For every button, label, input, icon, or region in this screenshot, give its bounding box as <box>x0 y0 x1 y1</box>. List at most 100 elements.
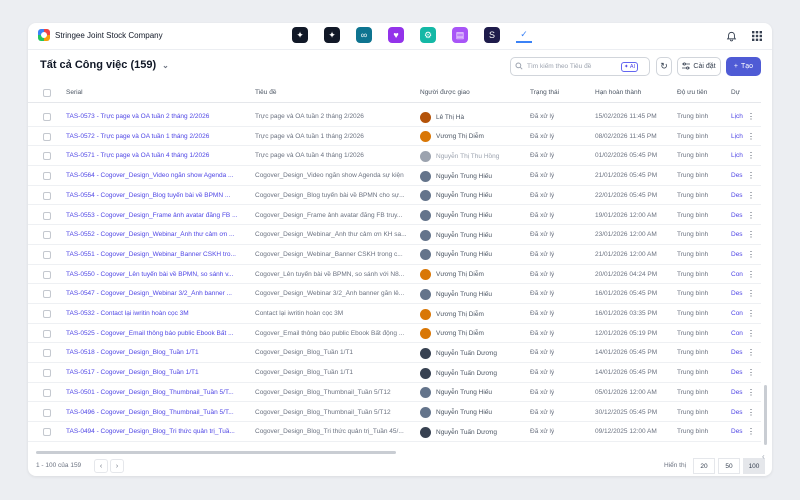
task-project-link[interactable]: Des <box>731 369 745 376</box>
column-status[interactable]: Trạng thái <box>530 89 559 96</box>
column-due[interactable]: Hạn hoàn thành <box>595 89 641 96</box>
table-row[interactable]: TAS-0525 - Cogover_Email thông báo publi… <box>28 324 761 344</box>
assignee[interactable]: Nguyễn Trung Hiếu <box>420 189 530 203</box>
row-checkbox[interactable] <box>43 191 51 200</box>
column-project[interactable]: Dự <box>731 89 740 96</box>
vertical-scroll-thumb[interactable] <box>764 385 767 445</box>
assignee[interactable]: Nguyễn Tuấn Dương <box>420 346 530 360</box>
table-row[interactable]: TAS-0547 - Cogover_Design_Webinar 3/2_Ản… <box>28 284 761 304</box>
task-serial-link[interactable]: TAS-0496 - Cogover_Design_Blog_Thumbnail… <box>66 409 246 416</box>
table-row[interactable]: TAS-0501 - Cogover_Design_Blog_Thumbnail… <box>28 383 761 403</box>
task-serial-link[interactable]: TAS-0573 - Trực page và OA tuần 2 tháng … <box>66 113 246 120</box>
search-input[interactable] <box>527 63 617 70</box>
more-options-icon[interactable]: ⋮ <box>747 151 755 160</box>
task-project-link[interactable]: Lịch <box>731 152 745 159</box>
create-button[interactable]: + Tạo <box>726 57 761 76</box>
task-serial-link[interactable]: TAS-0532 - Contact lại iwritin hoàn cọc … <box>66 310 246 317</box>
table-row[interactable]: TAS-0571 - Trực page và OA tuần 4 tháng … <box>28 146 761 167</box>
assignee[interactable]: Vương Thị Diễm <box>420 130 530 144</box>
assignee[interactable]: Nguyễn Tuấn Dương <box>420 425 530 439</box>
vertical-scrollbar[interactable] <box>764 83 768 448</box>
row-checkbox[interactable] <box>43 132 51 141</box>
assignee[interactable]: Nguyễn Trung Hiếu <box>420 169 530 183</box>
task-serial-link[interactable]: TAS-0517 - Cogover_Design_Blog_Tuần 1/T1 <box>66 369 246 376</box>
column-priority[interactable]: Độ ưu tiên <box>677 89 707 96</box>
row-checkbox[interactable] <box>43 270 51 279</box>
assignee[interactable]: Nguyễn Trung Hiếu <box>420 209 530 223</box>
assignee[interactable]: Nguyễn Trung Hiếu <box>420 386 530 400</box>
more-options-icon[interactable]: ⋮ <box>747 230 755 239</box>
task-project-link[interactable]: Des <box>731 231 745 238</box>
assignee[interactable]: Nguyễn Tuấn Dương <box>420 366 530 380</box>
task-serial-link[interactable]: TAS-0564 - Cogover_Design_Video ngắn sho… <box>66 172 246 179</box>
row-checkbox[interactable] <box>43 310 51 318</box>
assignee[interactable]: Vương Thị Diễm <box>420 268 530 282</box>
task-project-link[interactable]: Des <box>731 290 745 297</box>
row-checkbox[interactable] <box>43 369 51 378</box>
task-project-link[interactable]: Des <box>731 212 745 219</box>
task-project-link[interactable]: Lịch <box>731 133 745 140</box>
row-checkbox[interactable] <box>43 388 51 397</box>
table-row[interactable]: TAS-0517 - Cogover_Design_Blog_Tuần 1/T1… <box>28 363 761 383</box>
table-row[interactable]: TAS-0496 - Cogover_Design_Blog_Thumbnail… <box>28 403 761 423</box>
task-project-link[interactable]: Des <box>731 409 745 416</box>
task-project-link[interactable]: Des <box>731 349 745 356</box>
task-serial-link[interactable]: TAS-0525 - Cogover_Email thông báo publi… <box>66 330 246 337</box>
more-options-icon[interactable]: ⋮ <box>747 368 755 377</box>
assignee[interactable]: Nguyễn Trung Hiếu <box>420 248 530 262</box>
more-options-icon[interactable]: ⋮ <box>747 171 755 180</box>
table-row[interactable]: TAS-0564 - Cogover_Design_Video ngắn sho… <box>28 166 761 186</box>
more-options-icon[interactable]: ⋮ <box>747 250 755 259</box>
more-options-icon[interactable]: ⋮ <box>747 211 755 220</box>
task-serial-link[interactable]: TAS-0518 - Cogover_Design_Blog_Tuần 1/T1 <box>66 349 246 356</box>
brand[interactable]: Stringee Joint Stock Company <box>38 29 163 41</box>
page-size-option[interactable]: 20 <box>693 458 715 474</box>
table-row[interactable]: TAS-0518 - Cogover_Design_Blog_Tuần 1/T1… <box>28 343 761 364</box>
more-options-icon[interactable]: ⋮ <box>747 329 755 338</box>
row-checkbox[interactable] <box>43 152 51 161</box>
bell-icon[interactable] <box>724 29 738 43</box>
row-checkbox[interactable] <box>43 211 51 220</box>
column-assignee[interactable]: Người được giao <box>420 89 470 96</box>
task-project-link[interactable]: Lịch <box>731 113 745 120</box>
assignee[interactable]: Vương Thị Diễm <box>420 307 530 321</box>
more-options-icon[interactable]: ⋮ <box>747 112 755 121</box>
gear-app-icon[interactable]: ⚙ <box>420 27 436 43</box>
task-serial-link[interactable]: TAS-0494 - Cogover_Design_Blog_Tri thức … <box>66 428 246 435</box>
task-project-link[interactable]: Des <box>731 192 745 199</box>
more-options-icon[interactable]: ⋮ <box>747 427 755 436</box>
refresh-button[interactable]: ↻ <box>656 57 672 76</box>
more-options-icon[interactable]: ⋮ <box>747 309 755 318</box>
more-options-icon[interactable]: ⋮ <box>747 270 755 279</box>
assignee[interactable]: Lê Thị Hà <box>420 110 530 124</box>
s-app-icon[interactable]: S <box>484 27 500 43</box>
task-project-link[interactable]: Con <box>731 310 745 317</box>
select-all-checkbox[interactable] <box>43 89 51 97</box>
page-size-option[interactable]: 50 <box>718 458 740 474</box>
table-row[interactable]: TAS-0554 - Cogover_Design_Blog tuyển bài… <box>28 186 761 206</box>
row-checkbox[interactable] <box>43 349 51 358</box>
table-row[interactable]: TAS-0572 - Trực page và OA tuần 1 tháng … <box>28 127 761 147</box>
task-serial-link[interactable]: TAS-0551 - Cogover_Design_Webinar_Banner… <box>66 251 246 258</box>
table-row[interactable]: TAS-0494 - Cogover_Design_Blog_Tri thức … <box>28 422 761 442</box>
row-checkbox[interactable] <box>43 113 51 121</box>
grid-app-icon[interactable]: ✦ <box>292 27 308 43</box>
task-project-link[interactable]: Con <box>731 271 745 278</box>
search-box[interactable]: ✦ AI <box>510 57 650 76</box>
task-project-link[interactable]: Des <box>731 389 745 396</box>
more-options-icon[interactable]: ⋮ <box>747 289 755 298</box>
assignee[interactable]: Nguyễn Trung Hiếu <box>420 406 530 420</box>
task-serial-link[interactable]: TAS-0550 - Cogover_Lên tuyển bài về BPMN… <box>66 271 246 278</box>
assignee[interactable]: Vương Thị Diễm <box>420 327 530 341</box>
column-title[interactable]: Tiêu đề <box>255 89 276 96</box>
task-serial-link[interactable]: TAS-0501 - Cogover_Design_Blog_Thumbnail… <box>66 389 246 396</box>
more-options-icon[interactable]: ⋮ <box>747 132 755 141</box>
task-project-link[interactable]: Des <box>731 428 745 435</box>
task-serial-link[interactable]: TAS-0554 - Cogover_Design_Blog tuyển bài… <box>66 192 246 199</box>
more-options-icon[interactable]: ⋮ <box>747 408 755 417</box>
table-row[interactable]: TAS-0550 - Cogover_Lên tuyển bài về BPMN… <box>28 265 761 285</box>
assignee[interactable]: Nguyễn Trung Hiếu <box>420 287 530 301</box>
assignee[interactable]: Nguyễn Thị Thu Hồng <box>420 149 530 163</box>
task-project-link[interactable]: Des <box>731 251 745 258</box>
ai-search-toggle[interactable]: ✦ AI <box>621 61 639 72</box>
